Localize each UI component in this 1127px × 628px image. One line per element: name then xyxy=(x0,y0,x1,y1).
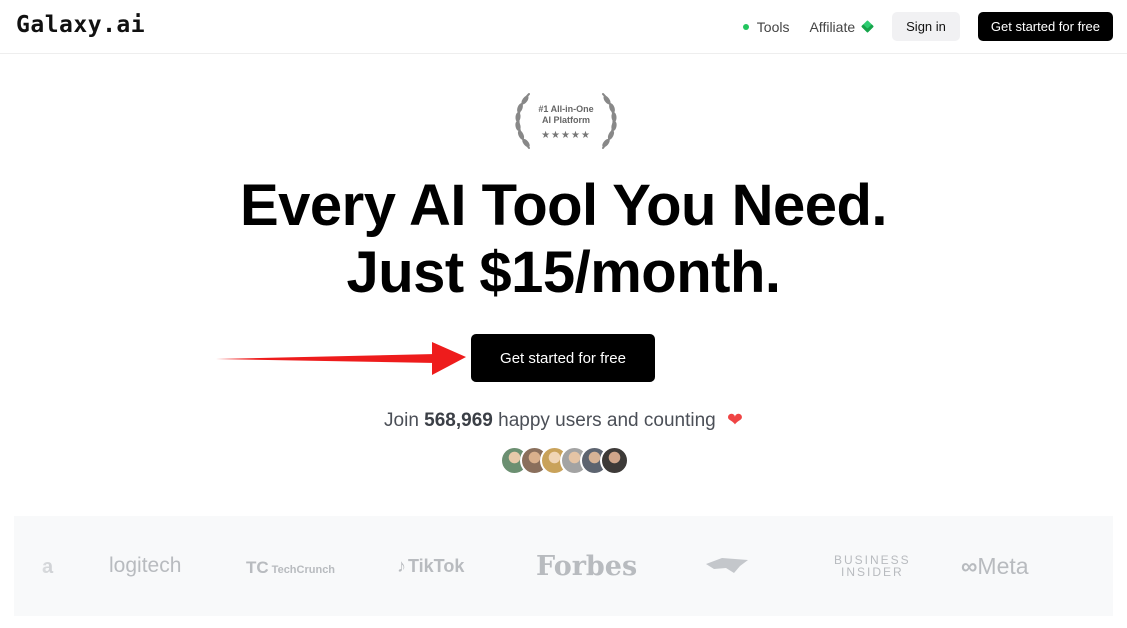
logitech-logo: logitech xyxy=(109,554,182,577)
nav-tools-label: Tools xyxy=(756,18,790,35)
meta-infinity-icon: ∞ xyxy=(961,553,978,579)
diamond-icon xyxy=(861,20,875,33)
join-suffix: happy users and counting xyxy=(498,410,716,431)
badge-stars: ★★★★★ xyxy=(541,130,591,141)
avatar xyxy=(600,446,629,475)
logos-fade-left xyxy=(14,516,74,616)
avatar-stack xyxy=(500,446,629,475)
brand-logo[interactable]: Galaxy.ai xyxy=(16,12,145,38)
business-insider-logo: BUSINESS INSIDER xyxy=(834,554,911,578)
meta-logo: ∞Meta xyxy=(961,553,1029,579)
user-count: 568,969 xyxy=(424,410,493,431)
nav-tools-link[interactable]: Tools xyxy=(742,18,790,35)
hero-headline: Every AI Tool You Need. Just $15/month. xyxy=(0,172,1127,306)
badge-text: #1 All-in-One AI Platform xyxy=(511,104,621,126)
heart-icon: ❤ xyxy=(727,410,743,431)
top-nav: Tools Affiliate Sign in Get started for … xyxy=(742,12,1113,41)
user-count-text: Join 568,969 happy users and counting ❤ xyxy=(0,409,1127,432)
site-header: Galaxy.ai Tools Affiliate Sign in Get st… xyxy=(0,0,1127,54)
headline-line1: Every AI Tool You Need. xyxy=(239,173,888,238)
business-insider-line2: INSIDER xyxy=(841,565,904,579)
tiktok-note-icon: ♪ xyxy=(397,556,406,576)
patriots-logo-icon xyxy=(706,558,748,573)
tiktok-logo: ♪ TikTok xyxy=(397,556,465,576)
hero-get-started-button[interactable]: Get started for free xyxy=(471,334,655,382)
award-badge: #1 All-in-One AI Platform ★★★★★ xyxy=(511,90,621,152)
header-get-started-button[interactable]: Get started for free xyxy=(977,12,1113,41)
logos-fade-right xyxy=(1053,516,1113,616)
techcrunch-mark-icon: TC xyxy=(246,558,269,577)
sign-in-button[interactable]: Sign in xyxy=(892,12,960,41)
nav-affiliate-label: Affiliate xyxy=(809,18,856,35)
status-dot-icon xyxy=(742,23,749,30)
badge-line1: #1 All-in-One xyxy=(538,104,594,114)
techcrunch-logo: TC TechCrunch xyxy=(246,558,336,577)
join-prefix: Join xyxy=(384,410,419,431)
nav-affiliate-link[interactable]: Affiliate xyxy=(809,18,875,35)
forbes-logo: Forbes xyxy=(536,551,638,582)
badge-line2: AI Platform xyxy=(541,115,590,125)
press-logos-strip: a logitech TCTechCrunch ♪TikTok Forbes B… xyxy=(14,516,1113,616)
headline-line2: Just $15/month. xyxy=(346,240,781,305)
red-arrow-icon xyxy=(216,342,466,375)
